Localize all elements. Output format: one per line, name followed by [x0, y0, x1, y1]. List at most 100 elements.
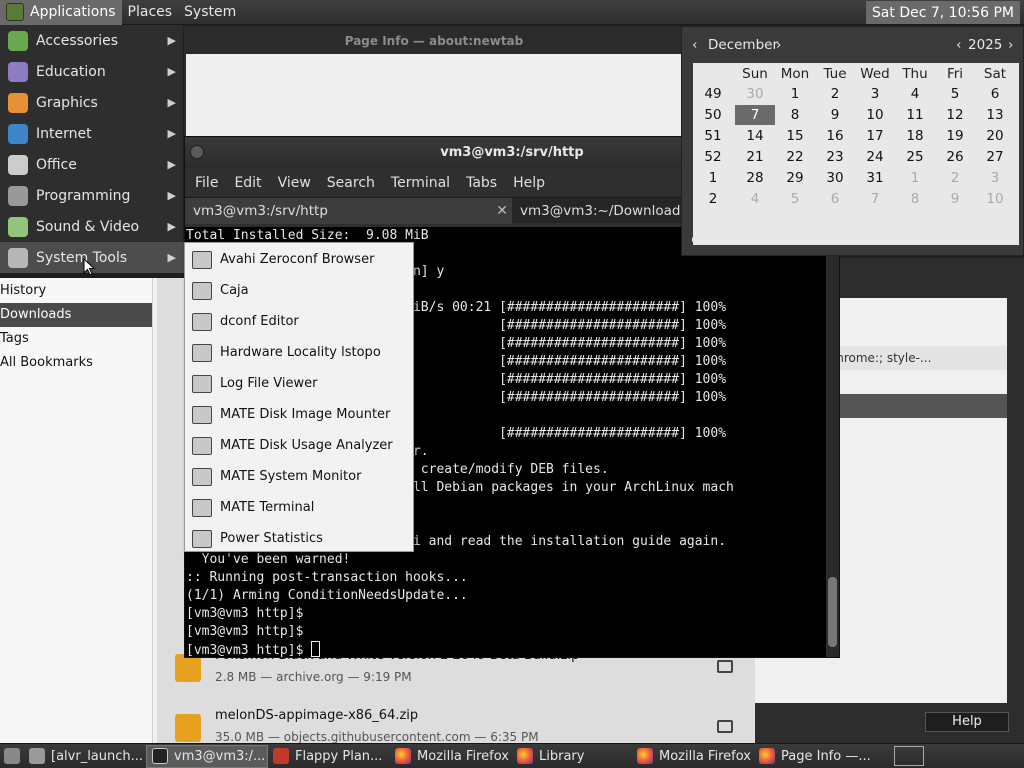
sidebar-item-all-bookmarks[interactable]: All Bookmarks [0, 351, 152, 375]
menu-item-power-statistics[interactable]: Power Statistics [185, 523, 413, 554]
taskbar-button[interactable]: Flappy Plan... [268, 745, 390, 768]
calendar-day[interactable]: 20 [975, 126, 1015, 146]
locations-expander[interactable]: ▸ Locations [692, 231, 773, 246]
submenu-arrow-icon: ▶ [167, 251, 176, 264]
calendar-day[interactable]: 17 [855, 126, 895, 146]
calendar-day[interactable]: 9 [815, 105, 855, 125]
menu-item-dconf-editor[interactable]: dconf Editor [185, 306, 413, 337]
taskbar-button[interactable]: [alvr_launch... [24, 745, 146, 768]
menu-edit[interactable]: Edit [226, 175, 269, 191]
taskbar-button[interactable]: Page Info —... [754, 745, 876, 768]
menu-terminal[interactable]: Terminal [383, 175, 458, 191]
menu-item-mate-terminal[interactable]: MATE Terminal [185, 492, 413, 523]
places-menu-button[interactable]: Places [122, 0, 179, 25]
calendar-day[interactable]: 11 [895, 105, 935, 125]
calendar-day[interactable]: 4 [735, 189, 775, 209]
sidebar-item-downloads[interactable]: Downloads [0, 303, 152, 327]
calendar-day[interactable]: 27 [975, 147, 1015, 167]
system-menu-button[interactable]: System [178, 0, 242, 25]
menu-item-hardware-locality-lstopo[interactable]: Hardware Locality lstopo [185, 337, 413, 368]
open-folder-icon[interactable] [717, 720, 733, 733]
calendar-day[interactable]: 8 [775, 105, 815, 125]
menu-item-avahi-zeroconf-browser[interactable]: Avahi Zeroconf Browser [185, 244, 413, 275]
calendar-day[interactable]: 28 [735, 168, 775, 188]
terminal-scrollbar[interactable] [826, 227, 839, 657]
calendar-day[interactable]: 8 [895, 189, 935, 209]
calendar-day[interactable]: 10 [975, 189, 1015, 209]
tab-close-icon[interactable]: ✕ [496, 198, 508, 224]
calendar-day[interactable]: 29 [775, 168, 815, 188]
calendar-day[interactable]: 2 [815, 84, 855, 104]
app-category-programming[interactable]: Programming ▶ [0, 180, 184, 211]
next-year-icon[interactable]: › [1008, 37, 1013, 53]
menu-help[interactable]: Help [505, 175, 553, 191]
calendar-today[interactable]: 7 [735, 105, 775, 125]
menu-file[interactable]: File [187, 175, 226, 191]
app-category-accessories[interactable]: Accessories ▶ [0, 25, 184, 56]
calendar-day[interactable]: 7 [855, 189, 895, 209]
calendar-day[interactable]: 23 [815, 147, 855, 167]
tab-srv-http[interactable]: vm3@vm3:/srv/http ✕ [185, 198, 512, 224]
scrollbar-thumb[interactable] [828, 577, 837, 647]
calendar-day[interactable]: 31 [855, 168, 895, 188]
calendar-day[interactable]: 4 [895, 84, 935, 104]
calendar-day[interactable]: 18 [895, 126, 935, 146]
menu-item-label: MATE Terminal [220, 500, 315, 515]
workspace-switcher[interactable] [894, 746, 924, 766]
calendar-day[interactable]: 16 [815, 126, 855, 146]
show-desktop-button[interactable] [0, 745, 24, 768]
app-category-sound-video[interactable]: Sound & Video ▶ [0, 211, 184, 242]
calendar-day[interactable]: 6 [975, 84, 1015, 104]
calendar-day[interactable]: 13 [975, 105, 1015, 125]
menu-item-caja[interactable]: Caja [185, 275, 413, 306]
firefox-icon [759, 748, 775, 764]
calendar-day[interactable]: 10 [855, 105, 895, 125]
next-month-icon[interactable]: › [776, 37, 781, 53]
calendar-day[interactable]: 5 [775, 189, 815, 209]
submenu-arrow-icon: ▶ [167, 34, 176, 47]
prev-year-icon[interactable]: ‹ [956, 37, 961, 53]
menu-view[interactable]: View [270, 175, 319, 191]
app-category-graphics[interactable]: Graphics ▶ [0, 87, 184, 118]
clock[interactable]: Sat Dec 7, 10:56 PM [865, 1, 1020, 24]
prev-month-icon[interactable]: ‹ [692, 37, 697, 53]
menu-search[interactable]: Search [319, 175, 383, 191]
calendar-day[interactable]: 6 [815, 189, 855, 209]
applications-menu-button[interactable]: Applications [0, 0, 122, 25]
menu-item-mate-disk-image-mounter[interactable]: MATE Disk Image Mounter [185, 399, 413, 430]
menu-item-mate-disk-usage-analyzer[interactable]: MATE Disk Usage Analyzer [185, 430, 413, 461]
calendar-day[interactable]: 24 [855, 147, 895, 167]
calendar-day[interactable]: 3 [975, 168, 1015, 188]
menu-item-mate-system-monitor[interactable]: MATE System Monitor [185, 461, 413, 492]
calendar-day[interactable]: 15 [775, 126, 815, 146]
calendar-day[interactable]: 9 [935, 189, 975, 209]
app-category-education[interactable]: Education ▶ [0, 56, 184, 87]
calendar-day[interactable]: 19 [935, 126, 975, 146]
help-button[interactable]: Help [925, 712, 1009, 732]
calendar-day[interactable]: 22 [775, 147, 815, 167]
taskbar-button[interactable]: Mozilla Firefox [390, 745, 512, 768]
menu-tabs[interactable]: Tabs [458, 175, 505, 191]
calendar-day[interactable]: 25 [895, 147, 935, 167]
open-folder-icon[interactable] [717, 660, 733, 673]
app-category-internet[interactable]: Internet ▶ [0, 118, 184, 149]
calendar-day[interactable]: 14 [735, 126, 775, 146]
sidebar-item-history[interactable]: History [0, 279, 152, 303]
window-close-icon[interactable] [190, 145, 204, 159]
taskbar-button[interactable]: Mozilla Firefox [632, 745, 754, 768]
calendar-day[interactable]: 12 [935, 105, 975, 125]
calendar-day[interactable]: 30 [815, 168, 855, 188]
menu-item-log-file-viewer[interactable]: Log File Viewer [185, 368, 413, 399]
calendar-day[interactable]: 21 [735, 147, 775, 167]
calendar-day[interactable]: 5 [935, 84, 975, 104]
calendar-day[interactable]: 3 [855, 84, 895, 104]
calendar-day[interactable]: 30 [735, 84, 775, 104]
calendar-day[interactable]: 2 [935, 168, 975, 188]
calendar-day[interactable]: 1 [775, 84, 815, 104]
app-category-office[interactable]: Office ▶ [0, 149, 184, 180]
taskbar-button[interactable]: Library [512, 745, 632, 768]
calendar-day[interactable]: 26 [935, 147, 975, 167]
sidebar-item-tags[interactable]: Tags [0, 327, 152, 351]
calendar-day[interactable]: 1 [895, 168, 935, 188]
taskbar-button[interactable]: vm3@vm3:/... [146, 744, 268, 768]
